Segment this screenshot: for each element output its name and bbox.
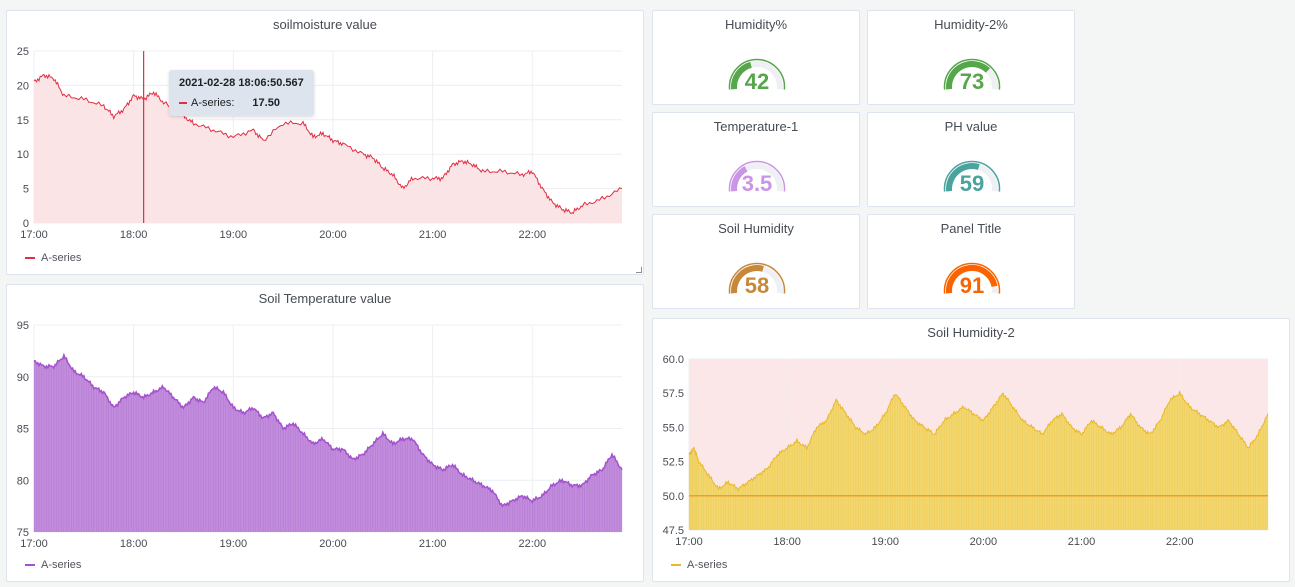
gauge-panel-humidity[interactable]: Humidity% 42 — [652, 10, 860, 105]
y-tick-label: 85 — [17, 424, 29, 436]
legend-swatch — [25, 564, 35, 566]
x-tick-label: 18:00 — [120, 538, 148, 550]
gauge-value: 73 — [960, 69, 984, 94]
x-tick-label: 19:00 — [872, 536, 900, 548]
x-tick-label: 22:00 — [519, 229, 547, 241]
x-tick-label: 19:00 — [220, 229, 248, 241]
panel-soilmoisture[interactable]: soilmoisture value 0 5 10 15 20 25 17:00 18:00 1… — [6, 10, 644, 275]
gauge-panel-ph[interactable]: PH value 59 — [867, 112, 1075, 207]
gauge-panel-panel-title[interactable]: Panel Title 91 — [867, 214, 1075, 309]
x-tick-label: 18:00 — [773, 536, 801, 548]
tooltip-series-label: A-series: — [191, 97, 235, 109]
x-tick-label: 20:00 — [319, 538, 347, 550]
chart-legend[interactable]: A-series — [25, 252, 81, 264]
y-tick-label: 60.0 — [663, 354, 684, 366]
x-tick-label: 18:00 — [120, 229, 148, 241]
y-tick-label: 90 — [17, 372, 29, 384]
tooltip-time: 2021-02-28 18:06:50.567 — [179, 77, 304, 89]
x-tick-label: 22:00 — [1166, 536, 1194, 548]
gauge-panel-soil-humidity[interactable]: Soil Humidity 58 — [652, 214, 860, 309]
chart-legend[interactable]: A-series — [671, 559, 727, 571]
x-tick-label: 20:00 — [970, 536, 998, 548]
y-tick-label: 15 — [17, 115, 29, 127]
resize-handle[interactable] — [636, 267, 642, 273]
x-tick-label: 17:00 — [20, 538, 48, 550]
gauge: 42 — [728, 58, 786, 94]
gauge-value: 59 — [960, 171, 984, 196]
gauge: 73 — [943, 58, 1001, 94]
legend-swatch — [671, 564, 681, 566]
x-tick-label: 22:00 — [519, 538, 547, 550]
y-tick-label: 5 — [23, 184, 29, 196]
chart-tooltip: 2021-02-28 18:06:50.567 A-series: 17.50 — [169, 70, 314, 116]
y-tick-label: 95 — [17, 320, 29, 332]
x-tick-label: 21:00 — [1068, 536, 1096, 548]
soil-humidity-2-chart[interactable]: 47.550.052.555.057.560.017:00 18:00 19:00 2… — [653, 319, 1291, 583]
legend-swatch — [25, 257, 35, 259]
y-tick-label: 80 — [17, 475, 29, 487]
y-tick-label: 55.0 — [663, 422, 684, 434]
x-tick-label: 17:00 — [20, 229, 48, 241]
y-tick-label: 52.5 — [663, 457, 684, 469]
gauge: 3.5 — [728, 160, 786, 196]
legend-label[interactable]: A-series — [41, 252, 81, 264]
gauge-value: 3.5 — [742, 171, 773, 196]
gauge-panel-temperature-1[interactable]: Temperature-1 3.5 — [652, 112, 860, 207]
legend-label[interactable]: A-series — [687, 559, 727, 571]
gauge: 91 — [943, 262, 1001, 298]
gauge-value: 91 — [960, 273, 984, 298]
y-tick-label: 20 — [17, 80, 29, 92]
gauge-panel-humidity-2[interactable]: Humidity-2% 73 — [867, 10, 1075, 105]
x-tick-label: 21:00 — [419, 538, 447, 550]
series-area — [34, 74, 622, 223]
soil-temperature-chart[interactable]: 758085909517:00 18:00 19:00 20:00 21:00 22:00 — [7, 285, 645, 583]
x-tick-label: 21:00 — [419, 229, 447, 241]
x-tick-label: 19:00 — [220, 538, 248, 550]
tooltip-series-swatch — [179, 102, 187, 104]
chart-legend[interactable]: A-series — [25, 559, 81, 571]
y-tick-label: 50.0 — [663, 491, 684, 503]
gauge: 59 — [943, 160, 1001, 196]
y-tick-label: 10 — [17, 149, 29, 161]
gauge-value: 42 — [745, 69, 769, 94]
y-tick-label: 25 — [17, 46, 29, 58]
panel-soil-humidity-2[interactable]: Soil Humidity-2 47.5 50.0 52.5 55.0 57.5 60.0… — [652, 318, 1290, 582]
y-tick-label: 57.5 — [663, 388, 684, 400]
gauge-value: 58 — [745, 273, 769, 298]
gauge: 58 — [728, 262, 786, 298]
x-tick-label: 20:00 — [319, 229, 347, 241]
tooltip-value: 17.50 — [252, 97, 280, 109]
panel-soil-temperature[interactable]: Soil Temperature value 75 80 85 90 95 17:00 18… — [6, 284, 644, 582]
x-tick-label: 17:00 — [675, 536, 703, 548]
legend-label[interactable]: A-series — [41, 559, 81, 571]
soilmoisture-chart[interactable]: 051015202517:00 18:00 19:00 20:00 21:00 22:00 — [7, 11, 645, 276]
